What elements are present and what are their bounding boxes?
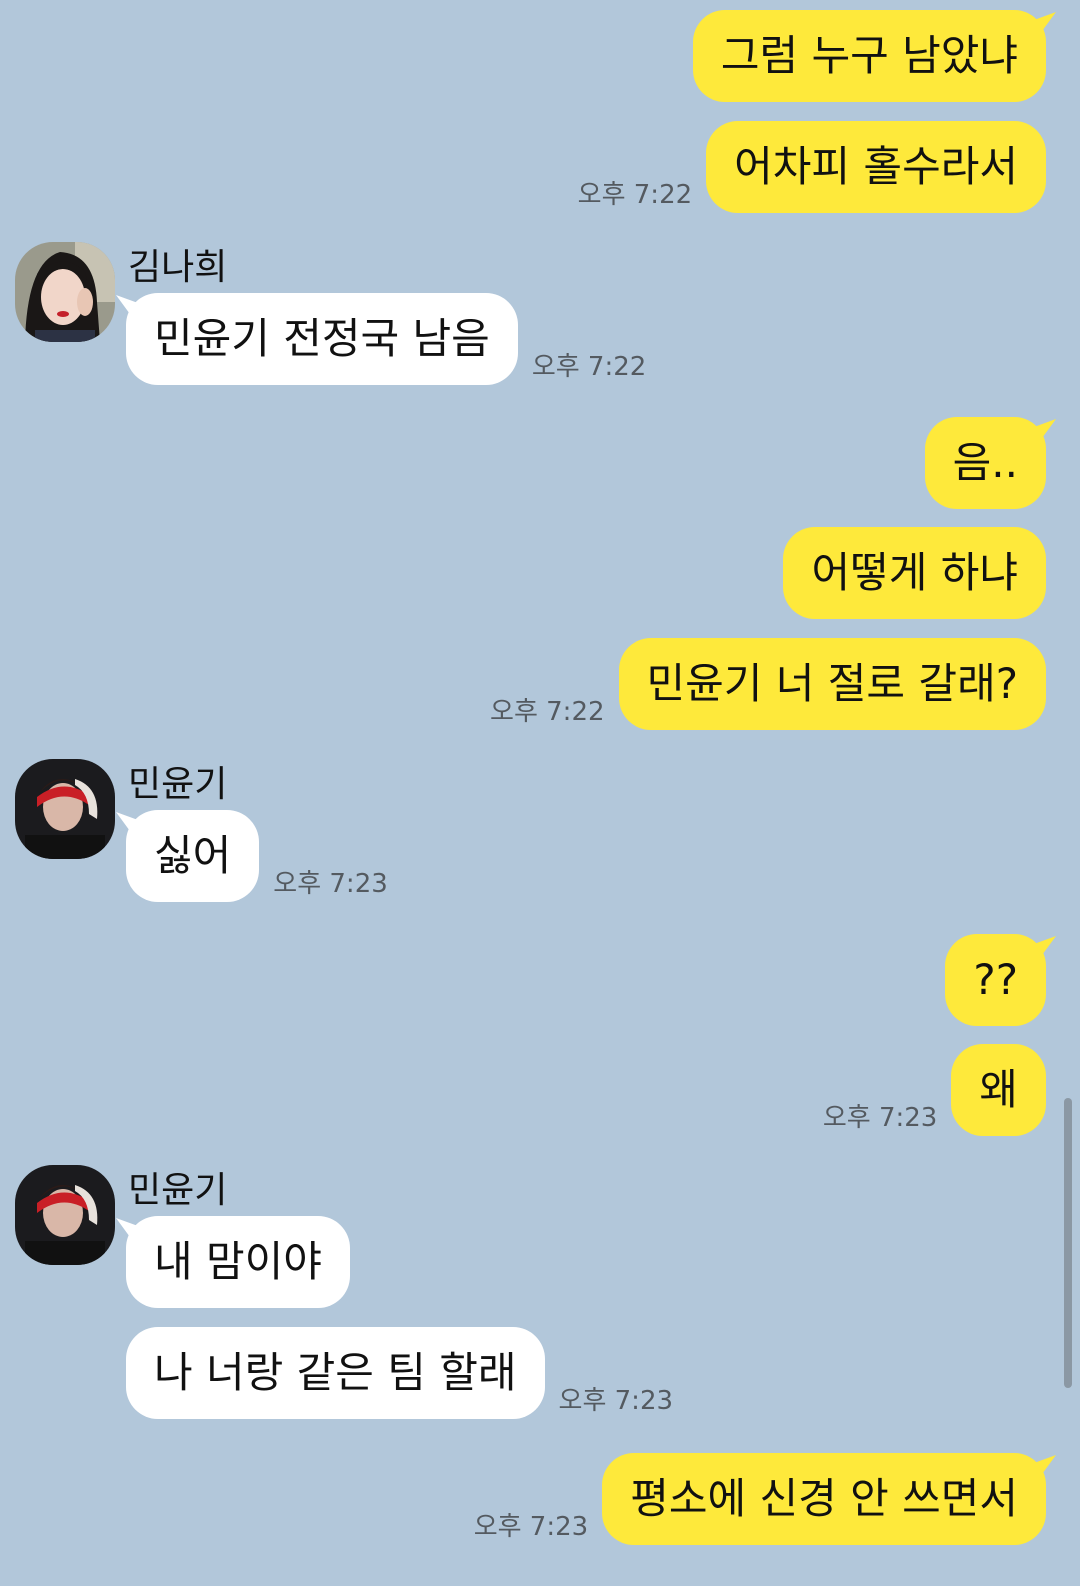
message-row: 내 맘이야: [126, 1216, 350, 1308]
message-time: 오후 7:23: [273, 869, 388, 899]
my-message-bubble[interactable]: 평소에 신경 안 쓰면서: [602, 1453, 1046, 1545]
message-time: 오후 7:22: [531, 352, 647, 382]
my-message-bubble[interactable]: 그럼 누구 남았냐: [692, 10, 1046, 102]
other-message-bubble[interactable]: 민윤기 전정국 남음: [126, 293, 518, 385]
my-message-bubble[interactable]: 민윤기 너 절로 갈래?: [618, 638, 1046, 730]
message-row: ??: [945, 934, 1046, 1026]
message-row: 오후 7:22 민윤기 너 절로 갈래?: [476, 638, 1046, 730]
my-message-bubble[interactable]: 왜: [951, 1044, 1046, 1136]
avatar[interactable]: [15, 242, 115, 342]
sender-name: 김나희: [128, 247, 228, 288]
sender-name: 민윤기: [128, 1170, 228, 1211]
message-row: 오후 7:23 왜: [809, 1044, 1046, 1136]
message-time: 오후 7:22: [490, 697, 605, 727]
message-time: 오후 7:23: [473, 1512, 589, 1542]
avatar[interactable]: [15, 759, 115, 859]
message-row: 싫어 오후 7:23: [126, 810, 402, 902]
profile-photo-man-red-headband-icon: [15, 1165, 115, 1265]
sender-name: 민윤기: [128, 764, 228, 805]
message-row: 오후 7:23 평소에 신경 안 쓰면서: [460, 1453, 1046, 1545]
message-time: 오후 7:23: [558, 1386, 674, 1416]
message-row: 그럼 누구 남았냐: [692, 10, 1046, 102]
my-message-bubble[interactable]: 어차피 홀수라서: [706, 121, 1046, 213]
message-row: 민윤기 전정국 남음 오후 7:22: [126, 293, 660, 385]
message-time: 오후 7:22: [577, 180, 693, 210]
scrollbar[interactable]: [1064, 1098, 1072, 1388]
message-row: 나 너랑 같은 팀 할래 오후 7:23: [126, 1327, 687, 1419]
profile-photo-man-red-headband-icon: [15, 759, 115, 859]
other-message-bubble[interactable]: 싫어: [126, 810, 260, 902]
other-message-bubble[interactable]: 내 맘이야: [126, 1216, 350, 1308]
my-message-bubble[interactable]: 음..: [924, 417, 1046, 509]
message-row: 오후 7:22 어차피 홀수라서: [564, 121, 1046, 213]
other-message-bubble[interactable]: 나 너랑 같은 팀 할래: [126, 1327, 545, 1419]
message-row: 어떻게 하냐: [783, 527, 1046, 619]
avatar[interactable]: [15, 1165, 115, 1265]
message-row: 음..: [924, 417, 1046, 509]
my-message-bubble[interactable]: ??: [945, 934, 1046, 1026]
message-time: 오후 7:23: [822, 1103, 938, 1133]
my-message-bubble[interactable]: 어떻게 하냐: [783, 527, 1046, 619]
profile-photo-woman-icon: [15, 242, 115, 342]
chat-room: 그럼 누구 남았냐 오후 7:22 어차피 홀수라서 김나희 민윤기 전정국 남…: [0, 0, 1080, 1586]
